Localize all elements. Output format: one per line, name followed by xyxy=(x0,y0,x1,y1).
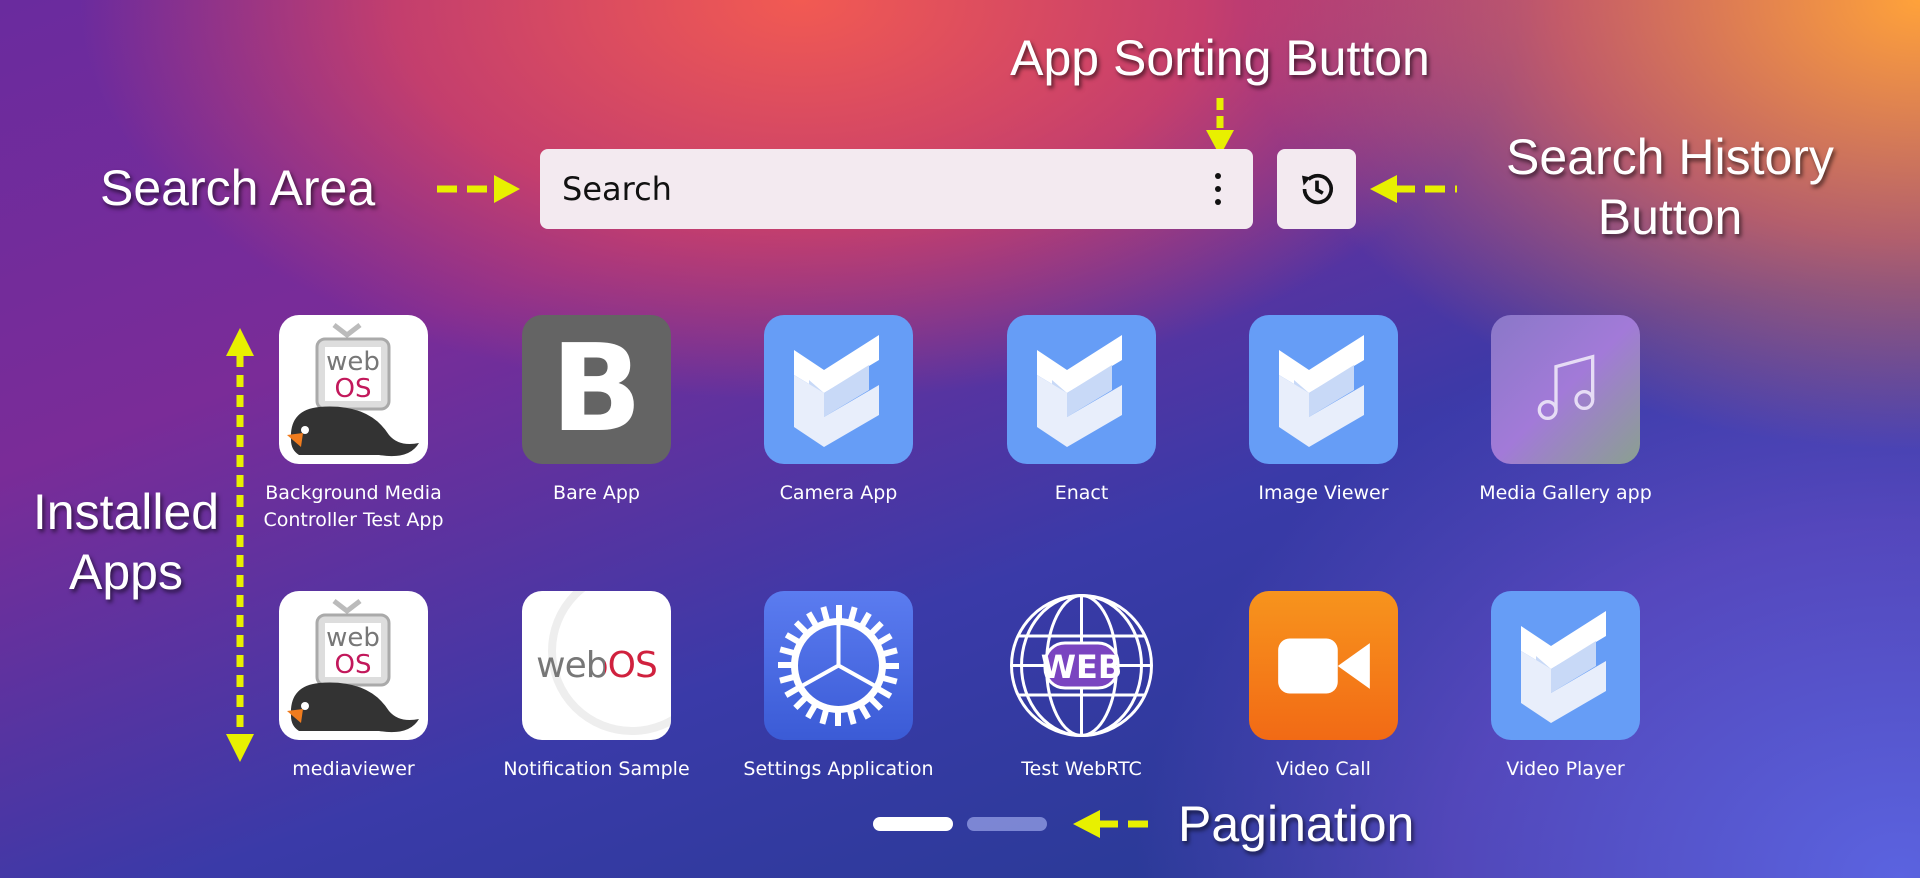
enact-icon xyxy=(764,315,913,464)
more-vertical-icon xyxy=(1215,186,1221,192)
app-tile[interactable]: B Bare App xyxy=(477,315,717,507)
app-label: Settings Application xyxy=(743,758,934,780)
app-label: Test WebRTC xyxy=(1021,758,1142,780)
arrow-left-icon xyxy=(1073,810,1158,838)
search-area[interactable] xyxy=(540,149,1253,229)
webos-logo-text: webOS xyxy=(536,645,658,686)
webos-penguin-icon: web OS xyxy=(279,315,428,464)
pagination-dot-1-active[interactable] xyxy=(873,817,953,831)
app-label: Media Gallery app xyxy=(1479,482,1652,504)
app-tile[interactable]: web OS Background Media Controller Test … xyxy=(234,315,474,534)
app-label: Background Media Controller Test App xyxy=(263,482,444,531)
gear-icon xyxy=(764,591,913,740)
app-tile[interactable]: web OS mediaviewer xyxy=(234,591,474,783)
os-text: OS xyxy=(335,650,372,680)
app-tile[interactable]: Media Gallery app xyxy=(1446,315,1686,507)
video-camera-icon xyxy=(1249,591,1398,740)
app-label: Notification Sample xyxy=(503,758,690,780)
app-sorting-button[interactable] xyxy=(1193,157,1243,221)
enact-icon xyxy=(1249,315,1398,464)
app-label: Video Player xyxy=(1506,758,1625,780)
app-tile[interactable]: Enact xyxy=(962,315,1202,507)
web-globe-text: WEB xyxy=(1041,648,1123,686)
pagination-dot-2[interactable] xyxy=(967,817,1047,831)
app-label: mediaviewer xyxy=(292,758,415,780)
webos-logo-icon: webOS xyxy=(522,591,671,740)
music-note-icon xyxy=(1491,315,1640,464)
search-input[interactable] xyxy=(562,170,1162,208)
app-tile[interactable]: Video Player xyxy=(1446,591,1686,783)
app-label: Image Viewer xyxy=(1258,482,1389,504)
app-label: Bare App xyxy=(553,482,640,504)
webos-penguin-icon: web OS xyxy=(279,591,428,740)
letter-b: B xyxy=(550,320,643,459)
app-label: Enact xyxy=(1054,482,1109,504)
web-text: web xyxy=(326,623,380,653)
more-vertical-icon xyxy=(1215,173,1221,179)
app-tile[interactable]: Image Viewer xyxy=(1204,315,1444,507)
letter-b-icon: B xyxy=(522,315,671,464)
app-tile[interactable]: Camera App xyxy=(719,315,959,507)
web-globe-icon: WEB xyxy=(1007,591,1156,740)
app-label: Video Call xyxy=(1276,758,1371,780)
app-tile[interactable]: WEB Test WebRTC xyxy=(962,591,1202,783)
app-tile[interactable]: Video Call xyxy=(1204,591,1444,783)
web-text: web xyxy=(326,347,380,377)
arrow-left-icon xyxy=(1370,175,1457,203)
app-tile[interactable]: Settings Application xyxy=(719,591,959,783)
arrow-down-icon xyxy=(1206,98,1234,156)
app-tile[interactable]: webOS Notification Sample xyxy=(477,591,717,783)
search-history-button[interactable] xyxy=(1277,149,1356,229)
history-icon xyxy=(1301,173,1333,205)
os-text: OS xyxy=(335,374,372,404)
arrow-right-icon xyxy=(437,175,520,203)
app-label: Camera App xyxy=(779,482,898,504)
more-vertical-icon xyxy=(1215,199,1221,205)
enact-icon xyxy=(1007,315,1156,464)
enact-icon xyxy=(1491,591,1640,740)
